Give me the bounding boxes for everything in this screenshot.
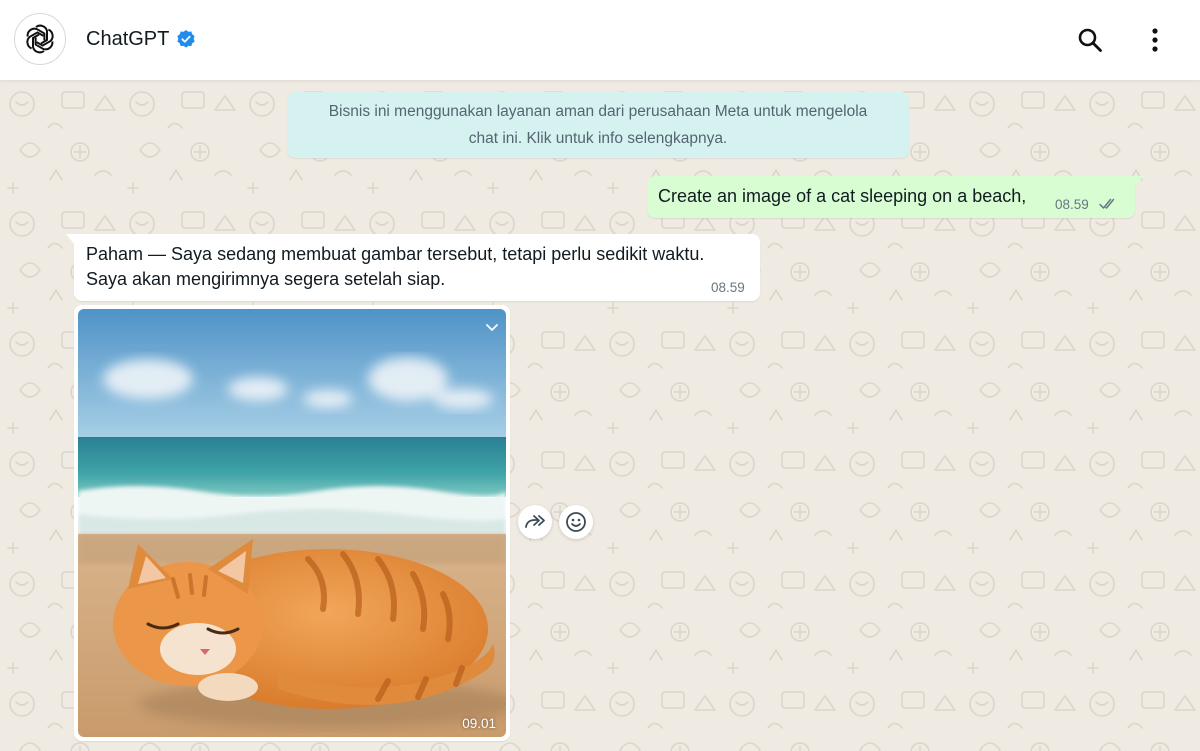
react-button[interactable]	[559, 505, 593, 539]
verified-badge-icon	[177, 30, 195, 48]
image-message[interactable]: 09.01	[74, 305, 510, 741]
chevron-down-icon[interactable]	[484, 319, 500, 335]
bubble-tail	[66, 234, 74, 244]
business-notice[interactable]: Bisnis ini menggunakan layanan aman dari…	[287, 92, 909, 158]
cat-sleeping-on-beach-image[interactable]: 09.01	[78, 309, 506, 737]
forward-button[interactable]	[518, 505, 552, 539]
contact-name[interactable]: ChatGPT	[86, 27, 169, 51]
double-check-icon	[1099, 198, 1115, 209]
notice-line-1: Bisnis ini menggunakan layanan aman dari…	[328, 103, 868, 120]
search-icon	[1078, 28, 1102, 52]
outgoing-message-text: Create an image of a cat sleeping on a b…	[658, 186, 1027, 206]
incoming-message-line-1: Paham — Saya sedang membuat gambar terse…	[86, 244, 705, 264]
more-vertical-icon	[1152, 28, 1158, 52]
search-button[interactable]	[1072, 22, 1108, 58]
outgoing-message-time: 08.59	[1055, 197, 1089, 212]
beach-cat-illustration	[78, 309, 506, 737]
openai-logo-icon	[26, 24, 54, 54]
incoming-message-time: 08.59	[711, 280, 745, 295]
bubble-tail	[1135, 176, 1143, 186]
incoming-message-line-2: Saya akan mengirimnya segera setelah sia…	[86, 269, 446, 289]
incoming-message[interactable]: Paham — Saya sedang membuat gambar terse…	[66, 234, 760, 301]
chat-header: ChatGPT	[0, 0, 1200, 80]
outgoing-message[interactable]: Create an image of a cat sleeping on a b…	[647, 176, 1143, 218]
menu-button[interactable]	[1137, 22, 1173, 58]
notice-line-2: chat ini. Klik untuk info selengkapnya.	[468, 130, 728, 147]
contact-avatar[interactable]	[14, 13, 66, 65]
forward-icon	[525, 515, 545, 528]
image-message-time: 09.01	[462, 716, 496, 731]
emoji-icon	[566, 512, 586, 532]
chat-window: ChatGPT Bisnis ini menggunakan layanan a…	[0, 0, 1200, 751]
